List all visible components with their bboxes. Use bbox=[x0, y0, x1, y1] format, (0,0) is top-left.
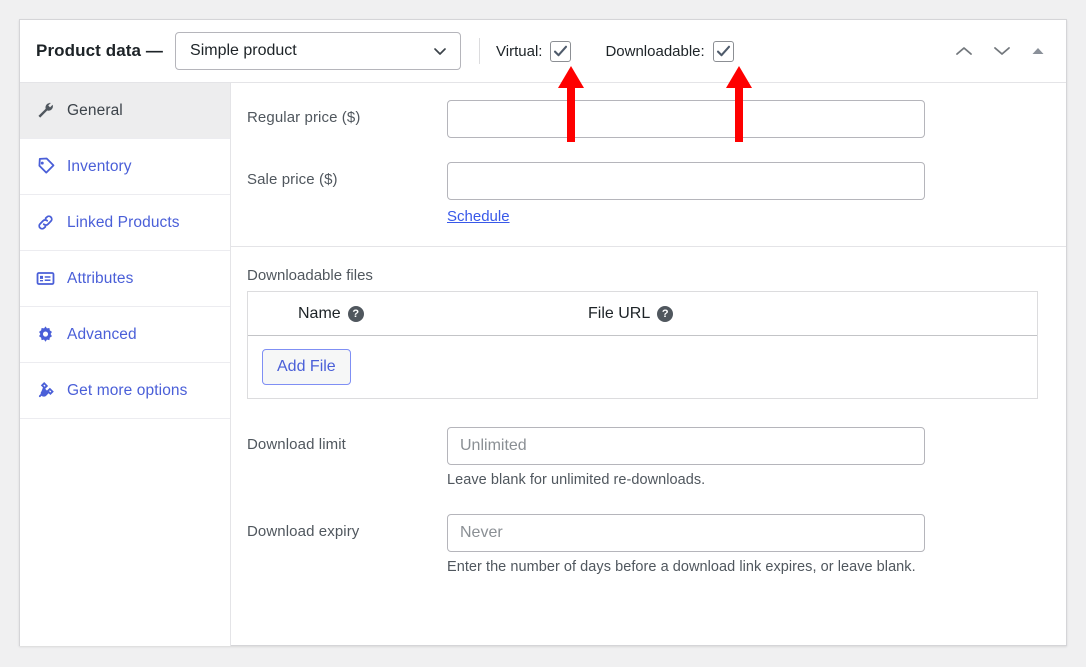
download-limit-label: Download limit bbox=[247, 436, 346, 453]
downloadable-files-label: Downloadable files bbox=[247, 267, 373, 284]
tab-linked-products-label: Linked Products bbox=[67, 213, 180, 231]
tab-general-label: General bbox=[67, 101, 123, 119]
tab-linked-products[interactable]: Linked Products bbox=[20, 195, 230, 251]
column-header-name: Name ? bbox=[248, 305, 588, 323]
panel-order-controls bbox=[954, 44, 1052, 58]
table-footer-row: Add File bbox=[248, 336, 1037, 398]
pricing-section: Regular price ($) Sale price ($) Schedul… bbox=[231, 83, 1066, 226]
add-file-button[interactable]: Add File bbox=[262, 348, 351, 386]
panel-body: General Inventory Linked Products Attrib… bbox=[20, 83, 1066, 646]
plug-icon bbox=[34, 381, 56, 400]
list-box-icon bbox=[34, 269, 56, 288]
tab-inventory[interactable]: Inventory bbox=[20, 139, 230, 195]
column-header-name-label: Name bbox=[298, 304, 341, 322]
move-up-icon[interactable] bbox=[954, 44, 974, 58]
product-type-value: Simple product bbox=[190, 42, 297, 59]
sale-price-label: Sale price ($) bbox=[247, 171, 338, 188]
virtual-checkbox[interactable] bbox=[550, 40, 572, 62]
tab-attributes[interactable]: Attributes bbox=[20, 251, 230, 307]
page-title: Product data — bbox=[36, 41, 164, 60]
tab-general[interactable]: General bbox=[20, 83, 230, 139]
downloadable-files-table: Name ? File URL ? Add File bbox=[247, 291, 1038, 399]
download-expiry-input[interactable] bbox=[447, 514, 925, 552]
download-expiry-label: Download expiry bbox=[247, 523, 360, 540]
wrench-icon bbox=[34, 101, 56, 120]
product-data-panel: Product data — Simple product Virtual: D… bbox=[19, 19, 1067, 646]
download-limit-help: Leave blank for unlimited re-downloads. bbox=[447, 472, 706, 488]
tab-attributes-label: Attributes bbox=[67, 269, 134, 287]
download-expiry-help: Enter the number of days before a downlo… bbox=[447, 559, 916, 575]
toggle-panel-icon[interactable] bbox=[1030, 45, 1046, 57]
product-data-tabs: General Inventory Linked Products Attrib… bbox=[20, 83, 231, 646]
virtual-checkbox-group: Virtual: bbox=[496, 40, 572, 62]
downloadable-checkbox-group: Downloadable: bbox=[605, 40, 734, 62]
regular-price-row: Regular price ($) bbox=[231, 100, 1066, 138]
tab-advanced-label: Advanced bbox=[67, 325, 137, 343]
tab-inventory-label: Inventory bbox=[67, 157, 132, 175]
tab-get-more-options-label: Get more options bbox=[67, 381, 188, 399]
downloadable-checkbox[interactable] bbox=[712, 40, 734, 62]
regular-price-label: Regular price ($) bbox=[247, 109, 361, 126]
regular-price-input[interactable] bbox=[447, 100, 925, 138]
panel-header: Product data — Simple product Virtual: D… bbox=[20, 20, 1066, 83]
tab-get-more-options[interactable]: Get more options bbox=[20, 363, 230, 419]
gear-icon bbox=[34, 325, 56, 344]
sale-price-input[interactable] bbox=[447, 162, 925, 200]
column-header-file-url: File URL ? bbox=[588, 304, 674, 323]
schedule-link[interactable]: Schedule bbox=[447, 208, 510, 225]
table-header-row: Name ? File URL ? bbox=[248, 292, 1037, 336]
download-expiry-row: Download expiry Enter the number of days… bbox=[231, 514, 1066, 575]
general-tab-content: Regular price ($) Sale price ($) Schedul… bbox=[231, 83, 1066, 646]
product-type-select[interactable]: Simple product bbox=[175, 32, 462, 70]
downloadable-label: Downloadable: bbox=[605, 42, 705, 60]
tag-icon bbox=[34, 157, 56, 176]
tab-advanced[interactable]: Advanced bbox=[20, 307, 230, 363]
column-header-file-url-label: File URL bbox=[588, 304, 651, 322]
download-limit-input[interactable] bbox=[447, 427, 925, 465]
download-limit-row: Download limit Leave blank for unlimited… bbox=[231, 427, 1066, 488]
help-icon-name[interactable]: ? bbox=[347, 305, 364, 322]
move-down-icon[interactable] bbox=[992, 44, 1012, 58]
sale-price-row: Sale price ($) Schedule bbox=[231, 162, 1066, 226]
virtual-label: Virtual: bbox=[496, 42, 543, 60]
help-icon-file-url[interactable]: ? bbox=[657, 305, 674, 322]
link-icon bbox=[34, 213, 56, 232]
chevron-down-icon bbox=[432, 43, 448, 59]
header-divider bbox=[479, 38, 481, 64]
downloadable-files-section: Downloadable files Name ? File URL ? Add… bbox=[231, 247, 1066, 575]
